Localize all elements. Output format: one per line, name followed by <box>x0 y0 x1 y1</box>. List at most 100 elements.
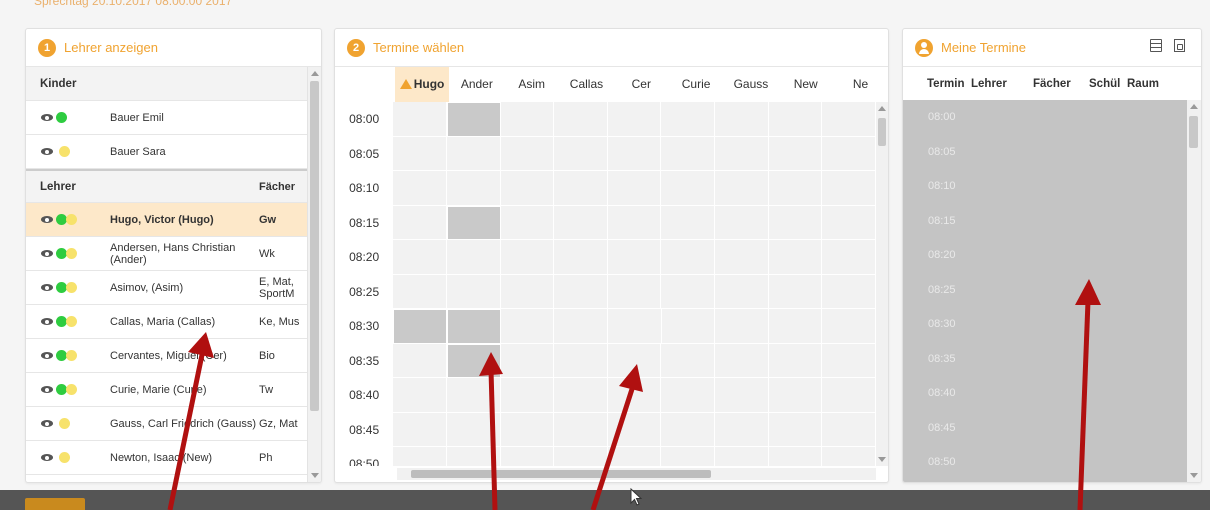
free-slot[interactable] <box>500 136 555 171</box>
free-slot[interactable] <box>500 205 555 240</box>
eye-icon[interactable] <box>41 283 53 292</box>
grid-column-curie[interactable]: Curie <box>669 67 724 102</box>
free-slot[interactable] <box>768 205 823 240</box>
free-slot[interactable] <box>607 274 662 309</box>
free-slot[interactable] <box>822 378 876 413</box>
free-slot[interactable] <box>768 309 823 344</box>
grid-column-ne[interactable]: Ne <box>833 67 888 102</box>
free-slot[interactable] <box>822 136 876 171</box>
scroll-down-icon[interactable] <box>1190 473 1198 478</box>
free-slot[interactable] <box>661 274 716 309</box>
free-slot[interactable] <box>393 343 447 378</box>
grid-column-callas[interactable]: Callas <box>559 67 614 102</box>
free-slot[interactable] <box>607 171 662 206</box>
free-slot[interactable] <box>715 240 769 275</box>
free-slot[interactable] <box>554 309 608 344</box>
grid-column-gauss[interactable]: Gauss <box>724 67 779 102</box>
grid-column-hugo[interactable]: Hugo <box>394 67 450 102</box>
free-slot[interactable] <box>607 205 662 240</box>
free-slot[interactable] <box>661 136 716 171</box>
free-slot[interactable] <box>822 274 876 309</box>
scroll-thumb[interactable] <box>411 470 711 478</box>
lehrer-row[interactable]: Andersen, Hans Christian (Ander) Wk <box>26 237 307 271</box>
free-slot[interactable] <box>768 412 823 447</box>
free-slot[interactable] <box>822 309 876 344</box>
free-slot[interactable] <box>607 136 662 171</box>
free-slot[interactable] <box>661 205 716 240</box>
free-slot[interactable] <box>500 274 555 309</box>
free-slot[interactable] <box>715 412 769 447</box>
free-slot[interactable] <box>500 240 555 275</box>
lehrer-row[interactable]: Asimov, (Asim) E, Mat, SportM <box>26 271 307 305</box>
free-slot[interactable] <box>768 136 823 171</box>
free-slot[interactable] <box>715 205 769 240</box>
lehrer-row[interactable]: Hugo, Victor (Hugo) Gw <box>26 203 307 237</box>
free-slot[interactable] <box>822 412 876 447</box>
free-slot[interactable] <box>661 412 716 447</box>
bottom-action-button[interactable] <box>25 498 85 510</box>
free-slot[interactable] <box>822 102 876 137</box>
free-slot[interactable] <box>554 171 608 206</box>
free-slot[interactable] <box>393 171 447 206</box>
free-slot[interactable] <box>393 102 447 137</box>
free-slot[interactable] <box>500 102 555 137</box>
eye-icon[interactable] <box>41 419 53 428</box>
eye-icon[interactable] <box>41 385 53 394</box>
free-slot[interactable] <box>446 136 501 171</box>
scroll-up-icon[interactable] <box>878 106 886 111</box>
free-slot[interactable] <box>554 274 608 309</box>
free-slot[interactable] <box>393 205 447 240</box>
free-slot[interactable] <box>661 447 716 466</box>
free-slot[interactable] <box>661 102 716 137</box>
busy-slot[interactable] <box>393 309 447 344</box>
free-slot[interactable] <box>554 205 608 240</box>
free-slot[interactable] <box>768 240 823 275</box>
scroll-down-icon[interactable] <box>311 473 319 478</box>
scroll-thumb[interactable] <box>878 118 886 146</box>
grid-column-new[interactable]: New <box>778 67 833 102</box>
free-slot[interactable] <box>393 378 447 413</box>
free-slot[interactable] <box>661 309 716 344</box>
free-slot[interactable] <box>393 412 447 447</box>
free-slot[interactable] <box>500 309 555 344</box>
pdf-icon[interactable] <box>1174 39 1185 52</box>
print-list-icon[interactable] <box>1150 39 1162 52</box>
free-slot[interactable] <box>822 240 876 275</box>
eye-icon[interactable] <box>41 351 53 360</box>
free-slot[interactable] <box>715 343 769 378</box>
free-slot[interactable] <box>768 447 823 466</box>
free-slot[interactable] <box>554 240 608 275</box>
free-slot[interactable] <box>607 102 662 137</box>
free-slot[interactable] <box>446 274 501 309</box>
eye-icon[interactable] <box>41 215 53 224</box>
free-slot[interactable] <box>393 240 447 275</box>
free-slot[interactable] <box>822 205 876 240</box>
free-slot[interactable] <box>661 378 716 413</box>
free-slot[interactable] <box>715 447 769 466</box>
free-slot[interactable] <box>607 240 662 275</box>
teacher-scrollbar[interactable] <box>307 67 321 482</box>
kind-row[interactable]: Bauer Sara <box>26 135 307 169</box>
free-slot[interactable] <box>715 136 769 171</box>
my-appointments-scrollbar[interactable] <box>1187 100 1201 482</box>
busy-slot[interactable] <box>446 205 501 240</box>
free-slot[interactable] <box>768 274 823 309</box>
scroll-thumb[interactable] <box>1189 116 1198 148</box>
eye-icon[interactable] <box>41 453 53 462</box>
free-slot[interactable] <box>661 343 716 378</box>
grid-column-cer[interactable]: Cer <box>614 67 669 102</box>
free-slot[interactable] <box>661 240 716 275</box>
free-slot[interactable] <box>715 309 769 344</box>
free-slot[interactable] <box>715 102 769 137</box>
free-slot[interactable] <box>393 447 447 466</box>
free-slot[interactable] <box>393 136 447 171</box>
free-slot[interactable] <box>661 171 716 206</box>
grid-column-ander[interactable]: Ander <box>449 67 504 102</box>
busy-slot[interactable] <box>446 309 501 344</box>
free-slot[interactable] <box>768 102 823 137</box>
scroll-up-icon[interactable] <box>311 71 319 76</box>
free-slot[interactable] <box>554 102 608 137</box>
kind-row[interactable]: Bauer Emil <box>26 101 307 135</box>
free-slot[interactable] <box>446 240 501 275</box>
scroll-up-icon[interactable] <box>1190 104 1198 109</box>
